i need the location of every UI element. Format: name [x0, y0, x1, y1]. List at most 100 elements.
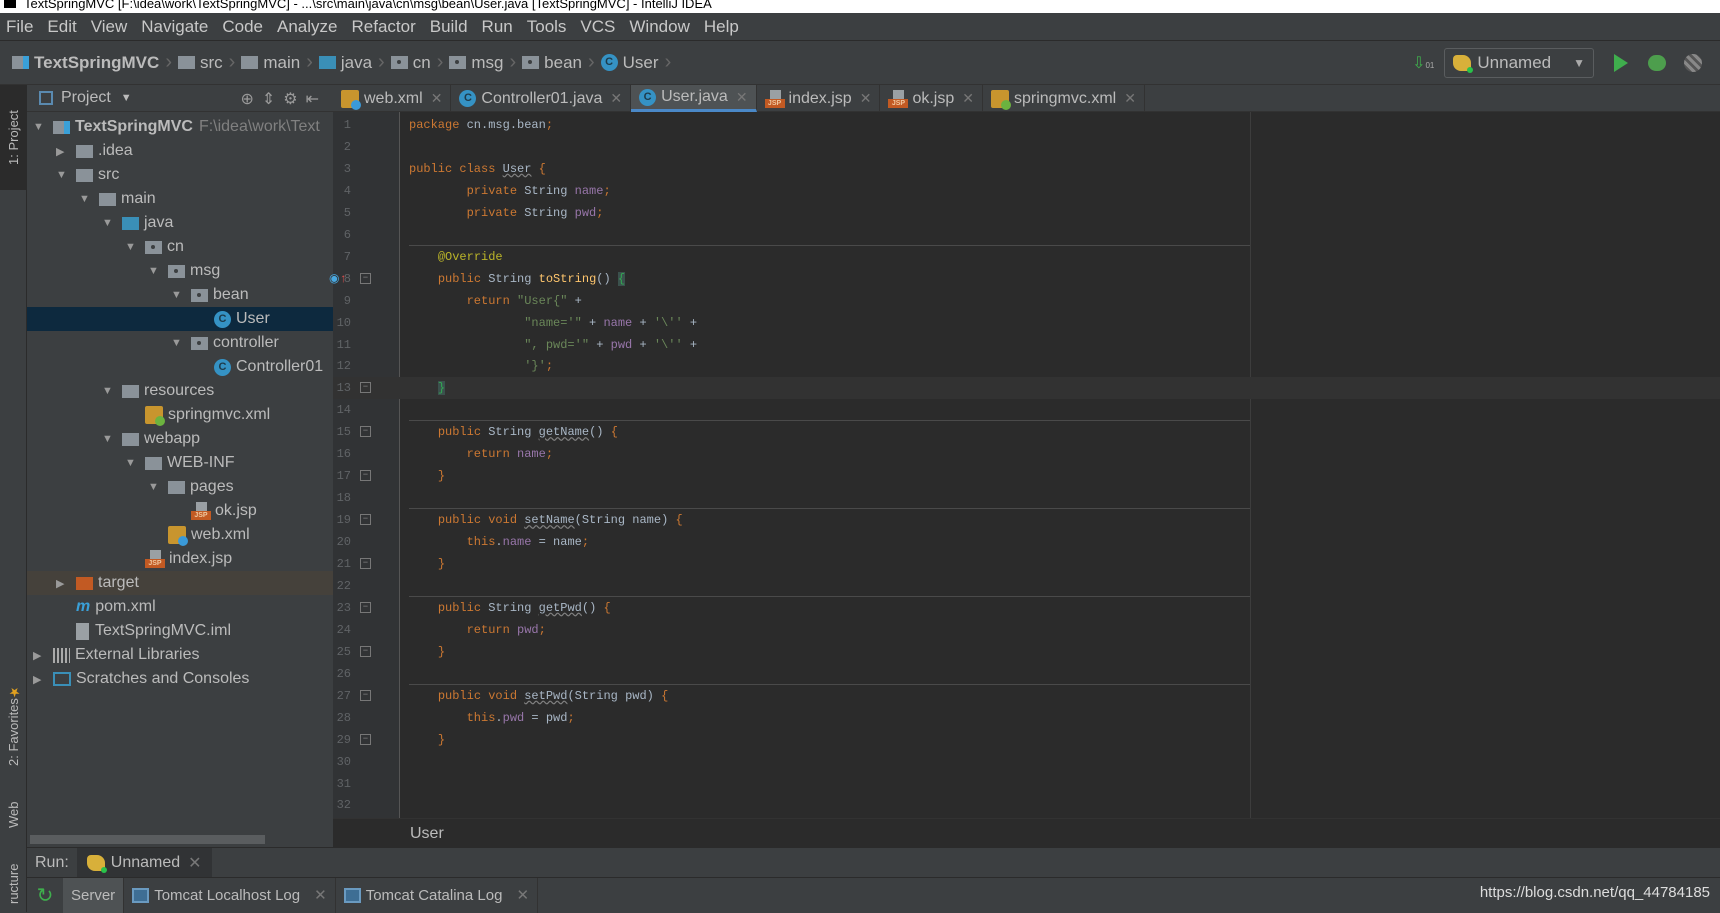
fold-marker-icon[interactable]: −	[360, 272, 371, 284]
breadcrumb-item[interactable]: java ›	[318, 51, 385, 74]
menu-view[interactable]: View	[91, 17, 128, 37]
rerun-icon[interactable]: ↻	[27, 883, 63, 908]
expand-arrow-icon[interactable]: ▶	[56, 577, 76, 590]
tree-item[interactable]: ▶ .idea	[27, 139, 333, 163]
tree-item[interactable]: C Controller01	[27, 355, 333, 379]
coverage-icon[interactable]	[1684, 54, 1702, 72]
expand-arrow-icon[interactable]: ▶	[56, 145, 76, 158]
expand-arrow-icon[interactable]: ▼	[171, 289, 191, 301]
fold-marker-icon[interactable]: −	[360, 601, 371, 613]
editor-tab[interactable]: C User.java ✕	[631, 85, 757, 112]
menu-help[interactable]: Help	[704, 17, 739, 37]
tree-item[interactable]: ▼ TextSpringMVC F:\idea\work\Text	[27, 115, 333, 139]
tree-item[interactable]: m pom.xml	[27, 595, 333, 619]
run-configuration-select[interactable]: Unnamed ▼	[1444, 48, 1594, 78]
tree-item[interactable]: web.xml	[27, 523, 333, 547]
project-view-select[interactable]: Project	[61, 89, 111, 107]
tab-tomcat-catalina-log[interactable]: Tomcat Catalina Log ✕	[336, 877, 539, 913]
menu-window[interactable]: Window	[629, 17, 689, 37]
debug-icon[interactable]	[1648, 55, 1666, 71]
breadcrumb-item[interactable]: src ›	[177, 51, 235, 74]
chevron-down-icon[interactable]: ▼	[121, 92, 132, 104]
editor-tab[interactable]: index.jsp ✕	[757, 85, 881, 112]
tree-item[interactable]: ▼ resources	[27, 379, 333, 403]
tool-tab-favorites[interactable]: 2: Favorites ★	[0, 665, 27, 785]
tool-tab-project[interactable]: 1: Project	[0, 85, 27, 190]
menu-build[interactable]: Build	[430, 17, 468, 37]
tab-server[interactable]: Server	[63, 877, 125, 913]
expand-arrow-icon[interactable]: ▼	[125, 457, 145, 469]
tree-item[interactable]: ▼ src	[27, 163, 333, 187]
expand-arrow-icon[interactable]: ▼	[102, 433, 122, 445]
breadcrumb-item[interactable]: main ›	[241, 51, 313, 74]
build-icon[interactable]: ⇩01	[1412, 53, 1434, 73]
close-icon[interactable]: ✕	[516, 886, 529, 904]
tree-item[interactable]: ▼ controller	[27, 331, 333, 355]
tree-item[interactable]: ▼ webapp	[27, 427, 333, 451]
close-icon[interactable]: ✕	[314, 886, 327, 904]
menu-code[interactable]: Code	[222, 17, 263, 37]
tree-item[interactable]: ▼ bean	[27, 283, 333, 307]
expand-arrow-icon[interactable]: ▼	[102, 217, 122, 229]
expand-arrow-icon[interactable]: ▼	[148, 265, 168, 277]
editor-tab[interactable]: ok.jsp ✕	[880, 85, 983, 112]
breadcrumb-item[interactable]: cn ›	[390, 51, 443, 74]
expand-arrow-icon[interactable]: ▶	[33, 673, 53, 686]
fold-marker-icon[interactable]: −	[360, 733, 371, 745]
tree-item[interactable]: ▼ pages	[27, 475, 333, 499]
expand-arrow-icon[interactable]: ▼	[125, 241, 145, 253]
expand-arrow-icon[interactable]: ▼	[33, 121, 53, 133]
tool-tab-web[interactable]: Web	[0, 785, 27, 845]
fold-marker-icon[interactable]: −	[360, 470, 371, 482]
menu-run[interactable]: Run	[482, 17, 513, 37]
tree-item[interactable]: TextSpringMVC.iml	[27, 619, 333, 643]
tree-item[interactable]: ▶ Scratches and Consoles	[27, 667, 333, 691]
run-tab-unnamed[interactable]: Unnamed ✕	[76, 847, 212, 878]
menu-tools[interactable]: Tools	[527, 17, 567, 37]
editor-breadcrumb[interactable]: User	[333, 818, 1720, 847]
expand-arrow-icon[interactable]: ▼	[171, 337, 191, 349]
fold-marker-icon[interactable]: −	[360, 382, 371, 394]
editor-tab[interactable]: springmvc.xml ✕	[983, 85, 1145, 112]
tool-tab-structure[interactable]: ructure	[0, 855, 27, 912]
editor-tab[interactable]: C Controller01.java ✕	[451, 85, 632, 112]
fold-marker-icon[interactable]: −	[360, 426, 371, 438]
expand-arrow-icon[interactable]: ▼	[56, 169, 76, 181]
hide-panel-icon[interactable]: ⇤	[306, 91, 327, 108]
close-icon[interactable]: ✕	[962, 90, 974, 107]
tree-item[interactable]: ▶ target	[27, 571, 333, 595]
run-icon[interactable]	[1614, 54, 1628, 72]
tree-item[interactable]: springmvc.xml	[27, 403, 333, 427]
tree-item[interactable]: ▼ WEB-INF	[27, 451, 333, 475]
menu-vcs[interactable]: VCS	[580, 17, 615, 37]
fold-marker-icon[interactable]: −	[360, 689, 371, 701]
menu-analyze[interactable]: Analyze	[277, 17, 337, 37]
breadcrumb-item[interactable]: bean ›	[522, 51, 595, 74]
expand-arrow-icon[interactable]: ▼	[102, 385, 122, 397]
menu-refactor[interactable]: Refactor	[351, 17, 415, 37]
code-editor[interactable]: 1 package cn.msg.bean; 2 3 public class User…	[329, 112, 1720, 818]
close-icon[interactable]: ✕	[860, 90, 872, 107]
locate-icon[interactable]: ⊕	[240, 91, 261, 108]
close-icon[interactable]: ✕	[188, 853, 201, 873]
close-icon[interactable]: ✕	[736, 89, 748, 106]
collapse-all-icon[interactable]: ⇕	[262, 91, 283, 108]
tree-item[interactable]: ▼ cn	[27, 235, 333, 259]
tree-item[interactable]: C User	[27, 307, 333, 331]
tree-item[interactable]: ▼ msg	[27, 259, 333, 283]
close-icon[interactable]: ✕	[610, 90, 622, 107]
expand-arrow-icon[interactable]: ▼	[79, 193, 99, 205]
expand-arrow-icon[interactable]: ▶	[33, 649, 53, 662]
tab-tomcat-localhost-log[interactable]: Tomcat Localhost Log ✕	[124, 877, 336, 913]
fold-marker-icon[interactable]: −	[360, 645, 371, 657]
expand-arrow-icon[interactable]: ▼	[148, 481, 168, 493]
menu-file[interactable]: File	[6, 17, 33, 37]
tree-item[interactable]: ▶ External Libraries	[27, 643, 333, 667]
editor-tab[interactable]: web.xml ✕	[333, 85, 452, 112]
gear-icon[interactable]: ⚙	[283, 91, 305, 108]
menu-edit[interactable]: Edit	[47, 17, 76, 37]
close-icon[interactable]: ✕	[431, 90, 443, 107]
close-icon[interactable]: ✕	[1124, 90, 1136, 107]
tree-item[interactable]: ▼ main	[27, 187, 333, 211]
fold-marker-icon[interactable]: −	[360, 558, 371, 569]
